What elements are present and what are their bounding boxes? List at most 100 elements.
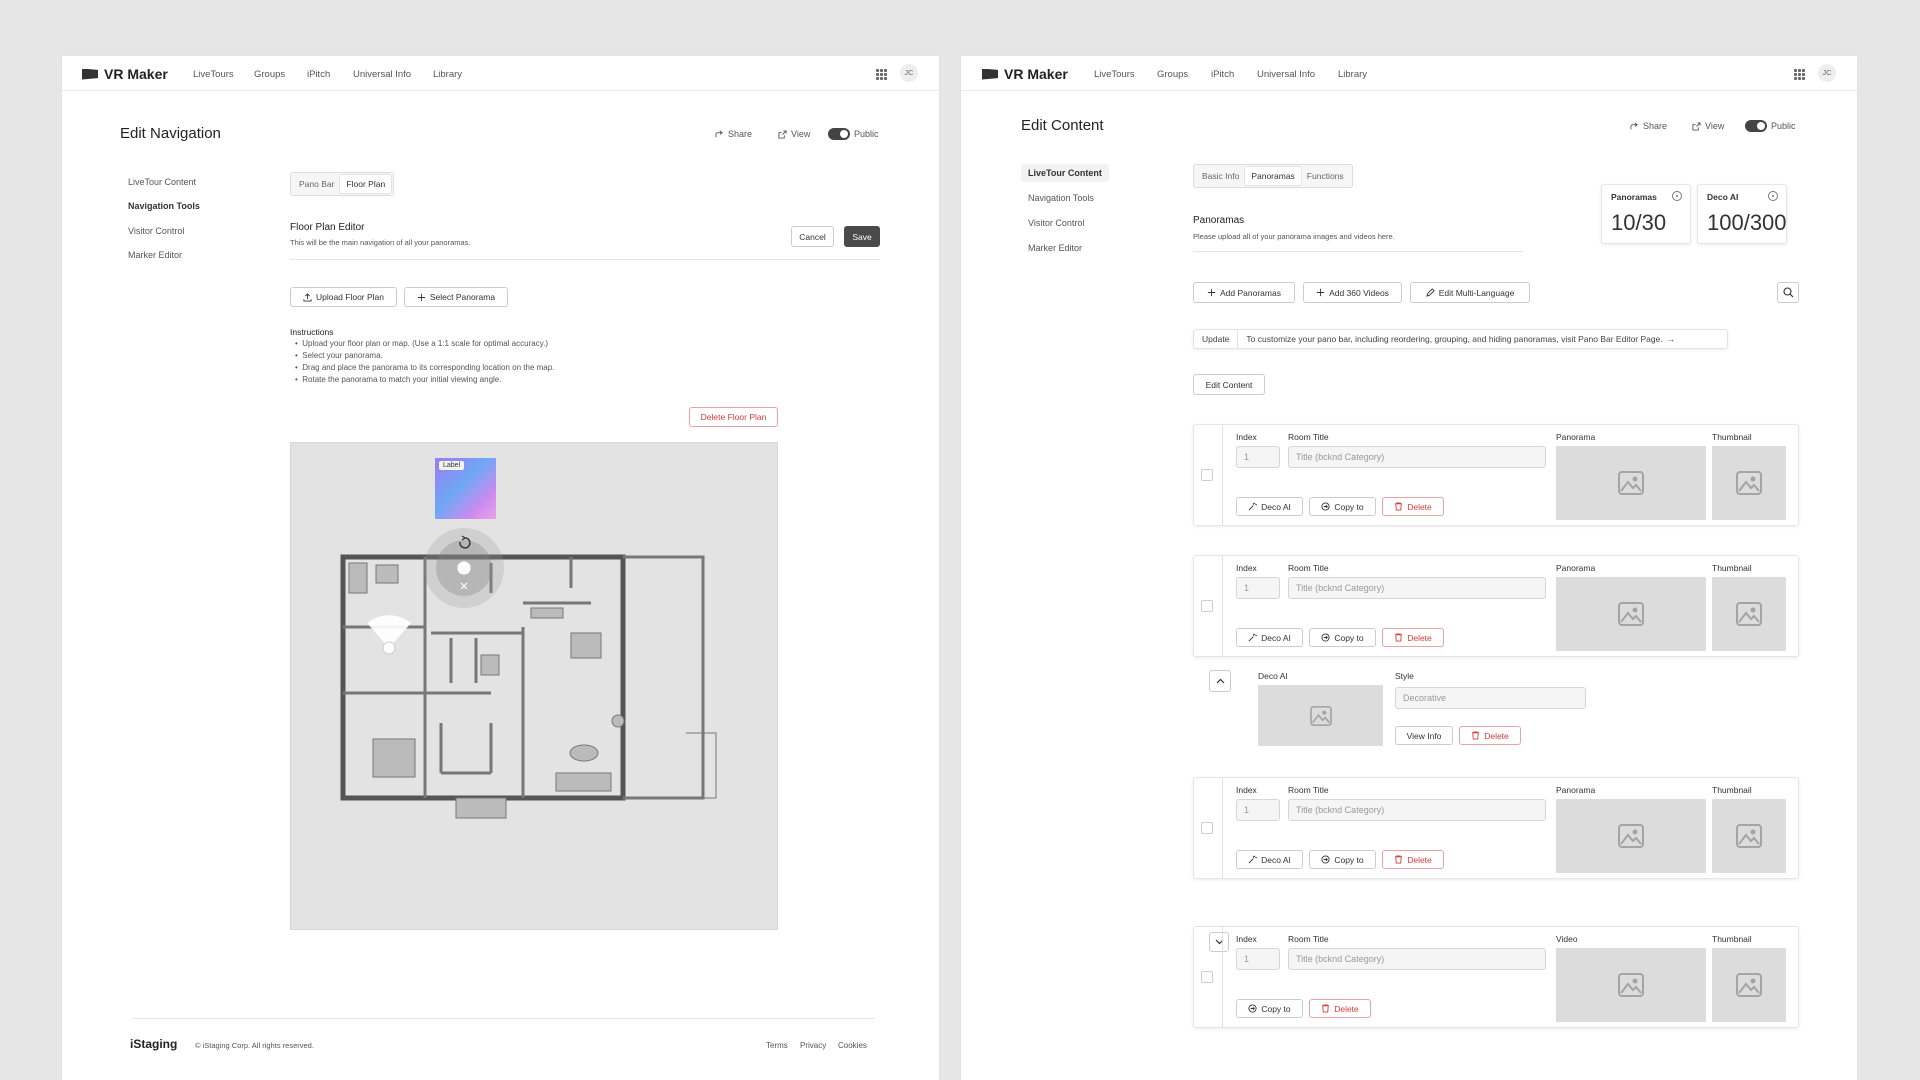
add-360-videos-button[interactable]: Add 360 Videos [1303, 282, 1402, 303]
row-checkbox[interactable] [1201, 469, 1213, 481]
index-input[interactable]: 1 [1236, 577, 1280, 599]
sidebar-item-navigation-tools[interactable]: Navigation Tools [1028, 193, 1094, 203]
deco-ai-button[interactable]: Deco AI [1236, 850, 1303, 869]
sidebar-item-visitor-control[interactable]: Visitor Control [128, 226, 184, 236]
sidebar-item-marker-editor[interactable]: Marker Editor [128, 250, 182, 260]
public-toggle[interactable]: Public [828, 128, 879, 140]
add-panoramas-button[interactable]: Add Panoramas [1193, 282, 1295, 303]
upload-floor-plan-button[interactable]: Upload Floor Plan [290, 287, 397, 307]
deco-ai-button[interactable]: Deco AI [1236, 497, 1303, 516]
avatar[interactable]: JC [900, 64, 918, 82]
thumbnail-image-placeholder[interactable] [1712, 446, 1786, 520]
index-input[interactable]: 1 [1236, 799, 1280, 821]
nav-library[interactable]: Library [433, 69, 462, 80]
index-input[interactable]: 1 [1236, 446, 1280, 468]
room-title-input[interactable]: Title (bcknd Category) [1288, 799, 1546, 821]
row-checkbox[interactable] [1201, 971, 1213, 983]
view-button[interactable]: View [1692, 121, 1724, 131]
save-button[interactable]: Save [844, 226, 880, 247]
deco-ai-button[interactable]: Deco AI [1236, 628, 1303, 647]
delete-floor-plan-button[interactable]: Delete Floor Plan [689, 407, 778, 427]
panorama-label: Panorama [1556, 563, 1596, 573]
delete-button[interactable]: Delete [1382, 628, 1444, 647]
nav-livetours[interactable]: LiveTours [193, 69, 234, 80]
row-checkbox[interactable] [1201, 822, 1213, 834]
nav-ipitch[interactable]: iPitch [307, 69, 330, 80]
nav-universal-info[interactable]: Universal Info [353, 69, 411, 80]
thumbnail-image-placeholder[interactable] [1712, 577, 1786, 651]
share-button[interactable]: Share [1630, 121, 1667, 131]
share-button[interactable]: Share [715, 129, 752, 139]
app-logo[interactable]: VR Maker [82, 66, 168, 82]
view-info-button[interactable]: View Info [1395, 726, 1453, 745]
tab-panoramas[interactable]: Panoramas [1245, 167, 1301, 185]
apps-grid-icon[interactable] [1794, 69, 1805, 80]
delete-button[interactable]: Delete [1382, 497, 1444, 516]
panorama-image-placeholder[interactable] [1556, 577, 1706, 651]
sidebar-item-visitor-control[interactable]: Visitor Control [1028, 218, 1084, 228]
room-title-input[interactable]: Title (bcknd Category) [1288, 948, 1546, 970]
sidebar-item-marker-editor[interactable]: Marker Editor [1028, 243, 1082, 253]
delete-button[interactable]: Delete [1309, 999, 1371, 1018]
select-panorama-button[interactable]: Select Panorama [404, 287, 508, 307]
delete-button[interactable]: Delete [1382, 850, 1444, 869]
index-input[interactable]: 1 [1236, 948, 1280, 970]
sidebar-item-livetour-content[interactable]: LiveTour Content [128, 177, 196, 187]
room-title-input[interactable]: Title (bcknd Category) [1288, 446, 1546, 468]
nav-universal-info[interactable]: Universal Info [1257, 69, 1315, 80]
deco-ai-image-placeholder[interactable] [1258, 685, 1383, 746]
delete-button[interactable]: Delete [1459, 726, 1521, 745]
cancel-button[interactable]: Cancel [791, 226, 834, 247]
edit-multi-language-button[interactable]: Edit Multi-Language [1410, 282, 1530, 303]
copy-to-button[interactable]: Copy to [1309, 628, 1376, 647]
apps-grid-icon[interactable] [876, 69, 887, 80]
tab-pano-bar[interactable]: Pano Bar [293, 175, 340, 193]
thumbnail-image-placeholder[interactable] [1712, 799, 1786, 873]
video-placeholder[interactable] [1556, 948, 1706, 1022]
panorama-label: Panorama [1556, 432, 1596, 442]
public-toggle[interactable]: Public [1745, 120, 1796, 132]
footer-link-cookies[interactable]: Cookies [838, 1041, 867, 1050]
search-button[interactable] [1777, 282, 1799, 303]
footer-link-terms[interactable]: Terms [766, 1041, 788, 1050]
sidebar-item-livetour-content[interactable]: LiveTour Content [1021, 164, 1109, 182]
view-button[interactable]: View [778, 129, 810, 139]
toggle-switch[interactable] [828, 128, 850, 140]
nav-library[interactable]: Library [1338, 69, 1367, 80]
style-select[interactable]: Decorative [1395, 687, 1586, 709]
app-logo[interactable]: VR Maker [982, 66, 1068, 82]
app-name: VR Maker [104, 66, 168, 82]
info-icon[interactable] [1768, 191, 1778, 201]
info-icon[interactable] [1672, 191, 1682, 201]
section-title: Panoramas [1193, 215, 1245, 226]
row-checkbox[interactable] [1201, 600, 1213, 612]
avatar[interactable]: JC [1818, 64, 1836, 82]
room-title-input[interactable]: Title (bcknd Category) [1288, 577, 1546, 599]
sidebar-item-navigation-tools[interactable]: Navigation Tools [128, 201, 200, 211]
tab-floor-plan[interactable]: Floor Plan [340, 175, 392, 193]
nav-livetours[interactable]: LiveTours [1094, 69, 1135, 80]
toggle-switch[interactable] [1745, 120, 1767, 132]
top-nav: VR Maker LiveTours Groups iPitch Univers… [62, 56, 939, 91]
nav-groups[interactable]: Groups [1157, 69, 1188, 80]
copy-to-button[interactable]: Copy to [1236, 999, 1303, 1018]
floor-plan-canvas[interactable]: Label [290, 442, 778, 930]
plus-icon [1207, 288, 1216, 297]
copy-to-button[interactable]: Copy to [1309, 850, 1376, 869]
collapse-button[interactable] [1209, 670, 1231, 692]
footer-logo[interactable]: iStaging [130, 1037, 177, 1051]
panorama-image-placeholder[interactable] [1556, 446, 1706, 520]
tab-basic-info[interactable]: Basic Info [1196, 167, 1245, 185]
stat-label: Deco AI [1707, 192, 1739, 202]
nav-groups[interactable]: Groups [254, 69, 285, 80]
edit-navigation-window: VR Maker LiveTours Groups iPitch Univers… [62, 56, 939, 1080]
edit-content-button[interactable]: Edit Content [1193, 374, 1265, 395]
nav-ipitch[interactable]: iPitch [1211, 69, 1234, 80]
tab-functions[interactable]: Functions [1301, 167, 1350, 185]
copy-to-button[interactable]: Copy to [1309, 497, 1376, 516]
panorama-image-placeholder[interactable] [1556, 799, 1706, 873]
thumbnail-image-placeholder[interactable] [1712, 948, 1786, 1022]
panorama-thumbnail-marker[interactable]: Label [435, 458, 496, 519]
footer-link-privacy[interactable]: Privacy [800, 1041, 826, 1050]
update-notice[interactable]: Update To customize your pano bar, inclu… [1193, 329, 1728, 349]
